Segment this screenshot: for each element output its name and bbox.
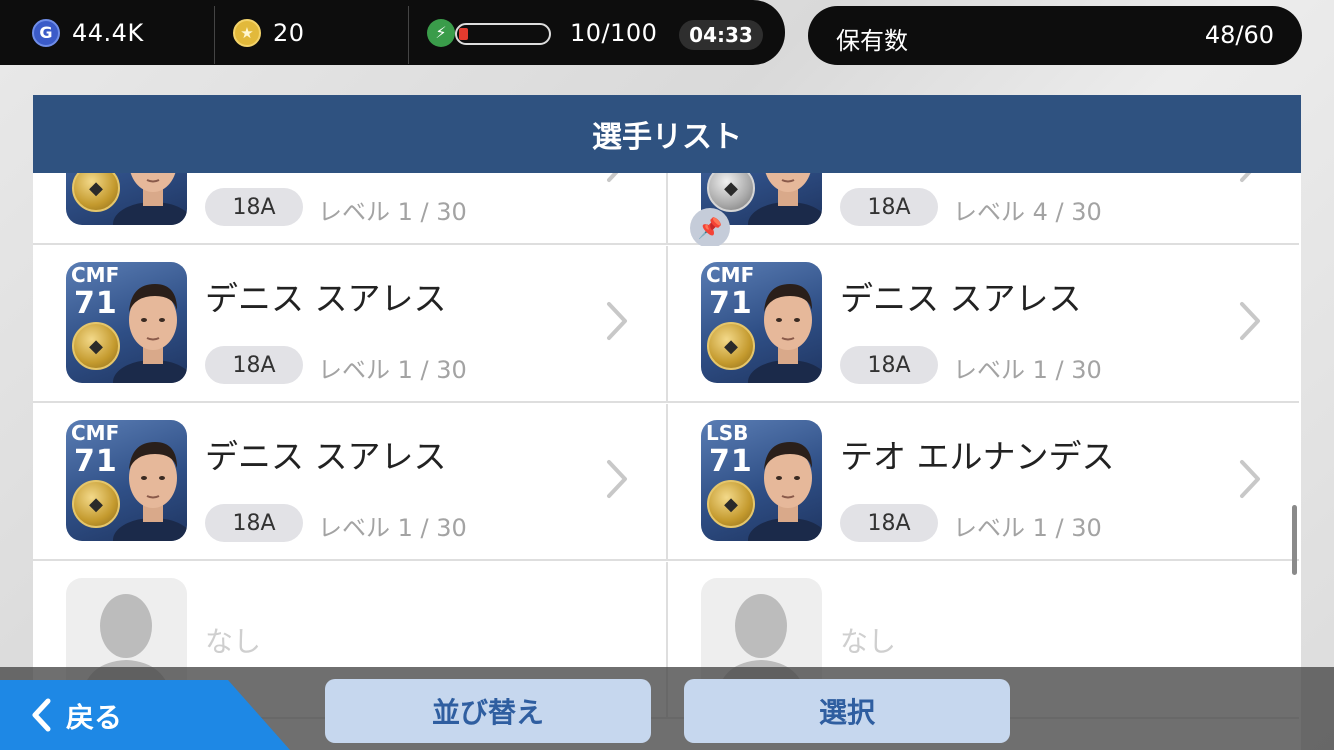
player-card: CMF 71 ◆ <box>701 262 822 383</box>
empty-label: なし <box>205 625 262 658</box>
owned-label: 保有数 <box>836 27 908 55</box>
energy-value: 10/100 <box>570 19 658 47</box>
back-label: 戻る <box>66 701 123 734</box>
player-row[interactable]: CMF 71 ◆ デニス スアレス 18A レベル 1 / 30 <box>33 246 666 403</box>
gold-medal-icon: ◆ <box>707 322 755 370</box>
season-tag: 18A <box>205 346 303 384</box>
divider <box>214 6 215 64</box>
chevron-left-icon <box>32 698 51 732</box>
player-row[interactable]: 74 ◆ 18A レベル 1 / 30 <box>33 173 666 245</box>
gold-medal-icon: ◆ <box>72 480 120 528</box>
season-tag: 18A <box>205 504 303 542</box>
status-bar: G 44.4K ★ 20 ⚡ 10/100 04:33 <box>0 0 785 65</box>
player-position: CMF <box>71 421 120 445</box>
coin-display: ★ 20 <box>233 0 305 65</box>
energy-bar-fill <box>459 28 468 40</box>
player-row[interactable]: CMF 71 ◆ デニス スアレス 18A レベル 1 / 30 <box>666 246 1299 403</box>
player-rating: 71 <box>74 444 118 479</box>
player-position: CMF <box>706 263 755 287</box>
player-portrait <box>748 284 822 383</box>
page-title: 選手リスト <box>33 95 1301 173</box>
owned-value: 48/60 <box>1204 21 1274 49</box>
player-row[interactable]: LSB 71 ◆ テオ エルナンデス 18A レベル 1 / 30 <box>666 404 1299 561</box>
chevron-right-icon <box>1240 173 1252 182</box>
season-tag: 18A <box>205 188 303 226</box>
energy-timer: 04:33 <box>679 20 763 50</box>
player-level: レベル 1 / 30 <box>318 356 467 384</box>
player-card: 74 ◆ <box>66 173 187 225</box>
divider <box>408 6 409 64</box>
player-level: レベル 1 / 30 <box>953 356 1102 384</box>
player-portrait <box>748 442 822 541</box>
player-name: デニス スアレス <box>840 279 1082 318</box>
player-rating: 71 <box>709 444 753 479</box>
player-card: CMF 71 ◆ <box>66 262 187 383</box>
player-name: デニス スアレス <box>205 437 447 476</box>
scrollbar[interactable] <box>1292 505 1297 575</box>
player-portrait <box>113 284 187 383</box>
player-rating: 71 <box>709 286 753 321</box>
select-button[interactable]: 選択 <box>684 679 1010 743</box>
gp-coin-icon: G <box>32 18 60 47</box>
player-level: レベル 4 / 30 <box>953 198 1102 226</box>
player-position: LSB <box>706 421 749 445</box>
owned-count-bar: 保有数 48/60 <box>808 6 1302 65</box>
gold-medal-icon: ◆ <box>707 480 755 528</box>
chevron-right-icon <box>607 173 619 182</box>
sort-button[interactable]: 並び替え <box>325 679 651 743</box>
player-rating: 71 <box>74 286 118 321</box>
player-position: CMF <box>71 263 120 287</box>
player-card: LSB 71 ◆ <box>701 420 822 541</box>
player-row[interactable]: 72 ◆ 📌 18A レベル 4 / 30 <box>666 173 1299 248</box>
player-portrait <box>113 173 187 225</box>
star-coin-icon: ★ <box>233 18 261 47</box>
gp-display: G 44.4K <box>32 0 144 65</box>
player-portrait <box>113 442 187 541</box>
energy-display: ⚡ <box>427 0 455 65</box>
gold-medal-icon: ◆ <box>72 322 120 370</box>
chevron-right-icon <box>1240 460 1260 498</box>
player-name: デニス スアレス <box>205 279 447 318</box>
player-portrait <box>748 173 822 225</box>
gp-value: 44.4K <box>72 18 144 47</box>
empty-label: なし <box>840 625 897 658</box>
chevron-right-icon <box>1240 302 1260 340</box>
player-row[interactable]: CMF 71 ◆ デニス スアレス 18A レベル 1 / 30 <box>33 404 666 561</box>
energy-icon: ⚡ <box>427 18 455 47</box>
chevron-right-icon <box>607 460 627 498</box>
pin-icon: 📌 <box>690 208 730 248</box>
player-name: テオ エルナンデス <box>840 437 1115 476</box>
player-level: レベル 1 / 30 <box>318 198 467 226</box>
season-tag: 18A <box>840 188 938 226</box>
player-level: レベル 1 / 30 <box>953 514 1102 542</box>
player-level: レベル 1 / 30 <box>318 514 467 542</box>
chevron-right-icon <box>607 302 627 340</box>
season-tag: 18A <box>840 346 938 384</box>
player-card: CMF 71 ◆ <box>66 420 187 541</box>
coin-value: 20 <box>273 18 305 47</box>
energy-bar <box>455 23 551 45</box>
player-list[interactable]: 74 ◆ 18A レベル 1 / 30 72 ◆ 📌 18A レベル 4 / 3… <box>33 173 1301 750</box>
season-tag: 18A <box>840 504 938 542</box>
